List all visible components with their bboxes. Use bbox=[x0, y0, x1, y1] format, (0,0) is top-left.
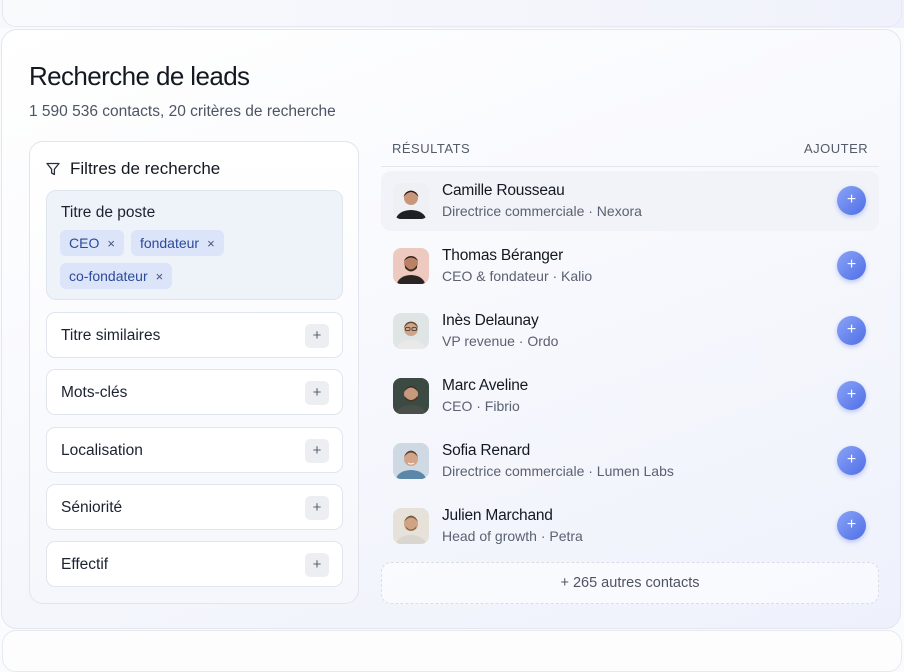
filter-icon bbox=[46, 162, 60, 176]
result-row[interactable]: Thomas Béranger CEO & fondateur · Kalio … bbox=[381, 236, 879, 296]
contact-subtitle: VP revenue · Ordo bbox=[442, 333, 559, 349]
contact-name: Marc Aveline bbox=[442, 377, 529, 394]
plus-icon[interactable]: + bbox=[305, 496, 329, 520]
contact-name: Camille Rousseau bbox=[442, 182, 565, 199]
filter-row-label: Titre similaires bbox=[61, 327, 161, 344]
close-icon[interactable]: × bbox=[107, 236, 115, 251]
contact-name: Inès Delaunay bbox=[442, 312, 539, 329]
result-row[interactable]: Julien Marchand Head of growth · Petra + bbox=[381, 496, 879, 556]
avatar bbox=[393, 378, 429, 414]
add-contact-button[interactable]: + bbox=[837, 316, 866, 345]
divider bbox=[381, 166, 879, 167]
filters-panel: Filtres de recherche Titre de poste CEO … bbox=[29, 141, 359, 604]
result-row[interactable]: Inès Delaunay VP revenue · Ordo + bbox=[381, 301, 879, 361]
close-icon[interactable]: × bbox=[156, 269, 164, 284]
next-card bbox=[2, 630, 902, 672]
filter-row-label: Mots-clés bbox=[61, 384, 128, 401]
filter-row-keywords[interactable]: Mots-clés + bbox=[46, 369, 343, 415]
add-contact-button[interactable]: + bbox=[837, 381, 866, 410]
chip-co-fondateur[interactable]: co-fondateur × bbox=[60, 263, 173, 289]
contact-subtitle: Directrice commerciale · Lumen Labs bbox=[442, 463, 674, 479]
contact-name: Thomas Béranger bbox=[442, 247, 564, 264]
avatar bbox=[393, 443, 429, 479]
results-header: RÉSULTATS bbox=[392, 141, 471, 156]
avatar bbox=[393, 248, 429, 284]
chip-label: co-fondateur bbox=[69, 268, 148, 284]
add-contact-button[interactable]: + bbox=[837, 186, 866, 215]
job-title-chips: CEO × fondateur × co-fondateur × bbox=[60, 230, 330, 289]
filters-title: Filtres de recherche bbox=[70, 159, 221, 178]
filter-row-label: Effectif bbox=[61, 556, 109, 573]
contact-subtitle: CEO · Fibrio bbox=[442, 398, 520, 414]
avatar bbox=[393, 313, 429, 349]
previous-card bbox=[2, 0, 902, 27]
chip-ceo[interactable]: CEO × bbox=[60, 230, 124, 256]
avatar bbox=[393, 183, 429, 219]
chip-label: fondateur bbox=[139, 235, 200, 251]
filter-row-label: Localisation bbox=[61, 442, 143, 459]
add-contact-button[interactable]: + bbox=[837, 511, 866, 540]
avatar bbox=[393, 508, 429, 544]
close-icon[interactable]: × bbox=[207, 236, 215, 251]
contact-name: Julien Marchand bbox=[442, 507, 553, 524]
plus-icon[interactable]: + bbox=[305, 324, 329, 348]
filter-row-headcount[interactable]: Effectif + bbox=[46, 541, 343, 587]
add-contact-button[interactable]: + bbox=[837, 251, 866, 280]
filter-row-label: Séniorité bbox=[61, 499, 123, 516]
filter-row-seniority[interactable]: Séniorité + bbox=[46, 484, 343, 530]
contact-subtitle: Head of growth · Petra bbox=[442, 528, 583, 544]
page-title: Recherche de leads bbox=[29, 61, 250, 91]
chip-fondateur[interactable]: fondateur × bbox=[130, 230, 224, 256]
contact-subtitle: Directrice commerciale · Nexora bbox=[442, 203, 642, 219]
filters-header: Filtres de recherche bbox=[46, 159, 220, 179]
job-title-label: Titre de poste bbox=[61, 204, 156, 221]
filter-row-location[interactable]: Localisation + bbox=[46, 427, 343, 473]
plus-icon[interactable]: + bbox=[305, 553, 329, 577]
background-panel-top bbox=[0, 0, 904, 28]
result-row[interactable]: Marc Aveline CEO · Fibrio + bbox=[381, 366, 879, 426]
result-row[interactable]: Sofia Renard Directrice commerciale · Lu… bbox=[381, 431, 879, 491]
contact-subtitle: CEO & fondateur · Kalio bbox=[442, 268, 593, 284]
lead-search-card: Recherche de leads 1 590 536 contacts, 2… bbox=[1, 29, 901, 629]
contact-name: Sofia Renard bbox=[442, 442, 531, 459]
more-contacts-button[interactable]: + 265 autres contacts bbox=[381, 562, 879, 604]
plus-icon[interactable]: + bbox=[305, 439, 329, 463]
result-row[interactable]: Camille Rousseau Directrice commerciale … bbox=[381, 171, 879, 231]
filter-row-similar-titles[interactable]: Titre similaires + bbox=[46, 312, 343, 358]
page-subtitle: 1 590 536 contacts, 20 critères de reche… bbox=[29, 103, 336, 120]
job-title-filter: Titre de poste CEO × fondateur × co-fond… bbox=[46, 190, 343, 300]
chip-label: CEO bbox=[69, 235, 100, 251]
plus-icon[interactable]: + bbox=[305, 381, 329, 405]
add-header: AJOUTER bbox=[804, 141, 869, 156]
add-contact-button[interactable]: + bbox=[837, 446, 866, 475]
